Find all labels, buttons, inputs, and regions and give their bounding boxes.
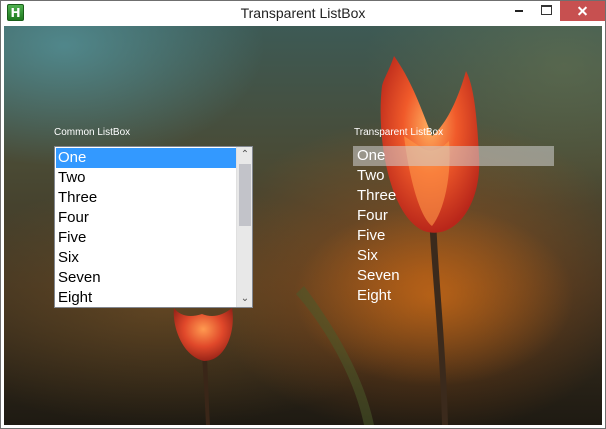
scroll-thumb[interactable] xyxy=(239,164,251,226)
common-listbox-items: One Two Three Four Five Six Seven Eight xyxy=(56,148,236,307)
common-listbox-item[interactable]: Two xyxy=(56,168,236,188)
transparent-listbox[interactable]: One Two Three Four Five Six Seven Eight xyxy=(353,146,554,306)
common-listbox-item[interactable]: One xyxy=(56,148,236,168)
scroll-down-arrow-icon[interactable]: ⌄ xyxy=(237,291,252,307)
scroll-up-arrow-icon[interactable]: ⌃ xyxy=(237,147,252,163)
common-listbox-item[interactable]: Four xyxy=(56,208,236,228)
close-button[interactable] xyxy=(560,1,605,21)
transparent-listbox-item[interactable]: Two xyxy=(353,166,554,186)
transparent-listbox-item[interactable]: Six xyxy=(353,246,554,266)
transparent-listbox-item[interactable]: Four xyxy=(353,206,554,226)
transparent-listbox-item[interactable]: Seven xyxy=(353,266,554,286)
common-listbox-item[interactable]: Five xyxy=(56,228,236,248)
title-bar[interactable]: H Transparent ListBox xyxy=(1,1,605,26)
client-area: Common ListBox Transparent ListBox One T… xyxy=(4,26,602,425)
transparent-listbox-item[interactable]: One xyxy=(353,146,554,166)
transparent-listbox-item[interactable]: Five xyxy=(353,226,554,246)
common-listbox[interactable]: One Two Three Four Five Six Seven Eight … xyxy=(54,146,253,308)
transparent-listbox-item[interactable]: Three xyxy=(353,186,554,206)
minimize-button[interactable] xyxy=(506,1,532,21)
common-listbox-item[interactable]: Six xyxy=(56,248,236,268)
vertical-scrollbar[interactable]: ⌃ ⌄ xyxy=(236,147,252,307)
common-listbox-item[interactable]: Three xyxy=(56,188,236,208)
common-listbox-label: Common ListBox xyxy=(54,127,131,138)
maximize-button[interactable] xyxy=(533,1,559,21)
transparent-listbox-item[interactable]: Eight xyxy=(353,286,554,306)
transparent-listbox-label: Transparent ListBox xyxy=(354,127,444,138)
common-listbox-item[interactable]: Seven xyxy=(56,268,236,288)
main-window: H Transparent ListBox Common ListBox Tra… xyxy=(0,0,606,429)
common-listbox-item[interactable]: Eight xyxy=(56,288,236,307)
